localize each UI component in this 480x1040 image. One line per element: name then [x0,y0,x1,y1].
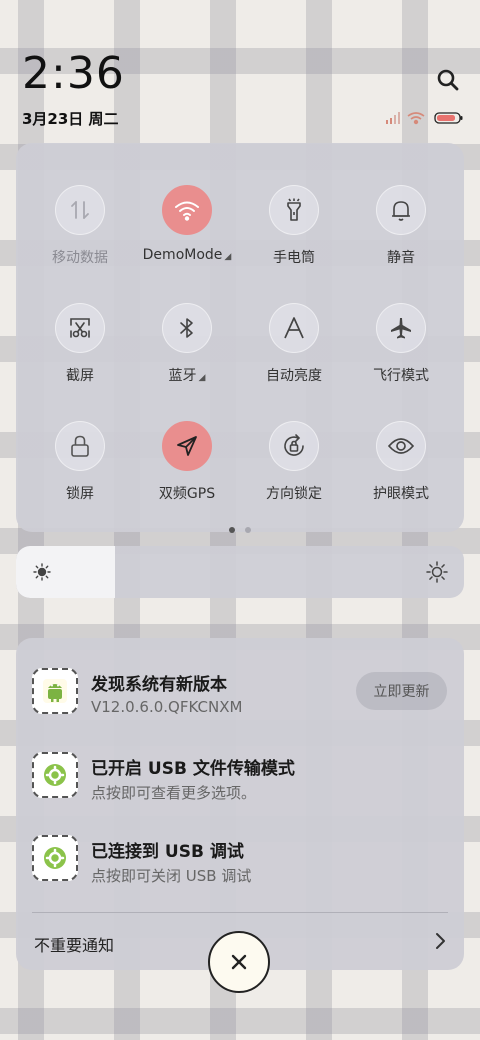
battery-icon [434,112,463,124]
auto-brightness-icon [269,303,319,353]
tile-rotation-lock[interactable]: 方向锁定 [238,387,350,505]
unimportant-notifications-link[interactable]: 不重要通知 [34,932,114,956]
notification-subtitle: 点按即可查看更多选项。 [91,784,257,802]
clear-all-button[interactable] [208,931,270,993]
wifi-status-icon [407,112,425,125]
bell-icon [376,185,426,235]
tile-bluetooth[interactable]: 蓝牙 ◢ [131,269,243,387]
mobile-data-icon [55,185,105,235]
tile-label: 手电筒 [273,250,315,266]
notification-subtitle: V12.0.6.0.QFKCNXM [91,698,243,716]
brightness-low-icon [33,563,51,585]
tile-label: 方向锁定 [266,486,322,502]
status-icons [384,110,464,125]
bluetooth-icon [162,303,212,353]
signal-icon [386,112,400,124]
wifi-icon [162,185,212,235]
close-icon [231,954,247,970]
dropdown-triangle-icon: ◢ [198,373,206,383]
tile-flashlight[interactable]: 手电筒 [238,151,350,269]
tile-silent[interactable]: 静音 [345,151,457,269]
tile-label: 锁屏 [66,486,94,502]
update-now-button[interactable]: 立即更新 [356,672,447,710]
tile-mobile-data[interactable]: 移动数据 [24,151,136,269]
page-dot-active [229,527,235,533]
brightness-slider[interactable] [16,546,464,598]
tile-wifi[interactable]: DemoMode ◢ [131,151,243,269]
notification-subtitle: 点按即可关闭 USB 调试 [91,867,252,885]
divider [32,912,448,913]
eye-icon [376,421,426,471]
android-update-icon [32,668,78,714]
rotation-lock-icon [269,421,319,471]
tile-label: 自动亮度 [266,368,322,384]
notification-title: 已开启 USB 文件传输模式 [91,759,295,779]
page-dot [245,527,251,533]
date: 3月23日 周二 [22,110,119,128]
brightness-high-icon [426,561,448,587]
screenshot-icon [55,303,105,353]
tile-label: 飞行模式 [373,368,429,384]
clock: 2:36 [22,48,125,99]
tile-auto-brightness[interactable]: 自动亮度 [238,269,350,387]
tile-screenshot[interactable]: 截屏 [24,269,136,387]
notification-panel: 发现系统有新版本 V12.0.6.0.QFKCNXM 立即更新 已开启 USB … [16,638,464,970]
notification-title: 已连接到 USB 调试 [91,842,244,862]
tile-eye-care[interactable]: 护眼模式 [345,387,457,505]
gps-icon [162,421,212,471]
tile-gps[interactable]: 双频GPS [131,387,243,505]
notification-system-update[interactable]: 发现系统有新版本 V12.0.6.0.QFKCNXM 立即更新 [16,668,464,738]
brightness-fill [16,546,115,598]
notification-usb-debugging[interactable]: 已连接到 USB 调试 点按即可关闭 USB 调试 [16,835,464,905]
settings-gear-icon [32,835,78,881]
tile-label: 移动数据 [52,250,108,266]
search-icon[interactable] [436,68,460,92]
tile-label: 蓝牙 [168,368,197,384]
settings-gear-icon [32,752,78,798]
flashlight-icon [269,185,319,235]
control-center: 移动数据 DemoMode ◢ 手电筒 静音 截屏 蓝牙 ◢ 自动亮度 飞行模式… [16,143,464,533]
notification-usb-transfer[interactable]: 已开启 USB 文件传输模式 点按即可查看更多选项。 [16,752,464,822]
tile-airplane[interactable]: 飞行模式 [345,269,457,387]
tile-label: 双频GPS [158,486,216,502]
dropdown-triangle-icon: ◢ [224,252,232,262]
notification-title: 发现系统有新版本 [91,675,227,695]
airplane-icon [376,303,426,353]
tile-label: DemoMode [142,247,223,263]
lock-icon [55,421,105,471]
tile-lock-screen[interactable]: 锁屏 [24,387,136,505]
tile-label: 护眼模式 [373,486,429,502]
page-indicator [16,518,464,537]
tile-label: 静音 [387,250,415,266]
tile-label: 截屏 [66,368,94,384]
chevron-right-icon[interactable] [430,930,450,952]
